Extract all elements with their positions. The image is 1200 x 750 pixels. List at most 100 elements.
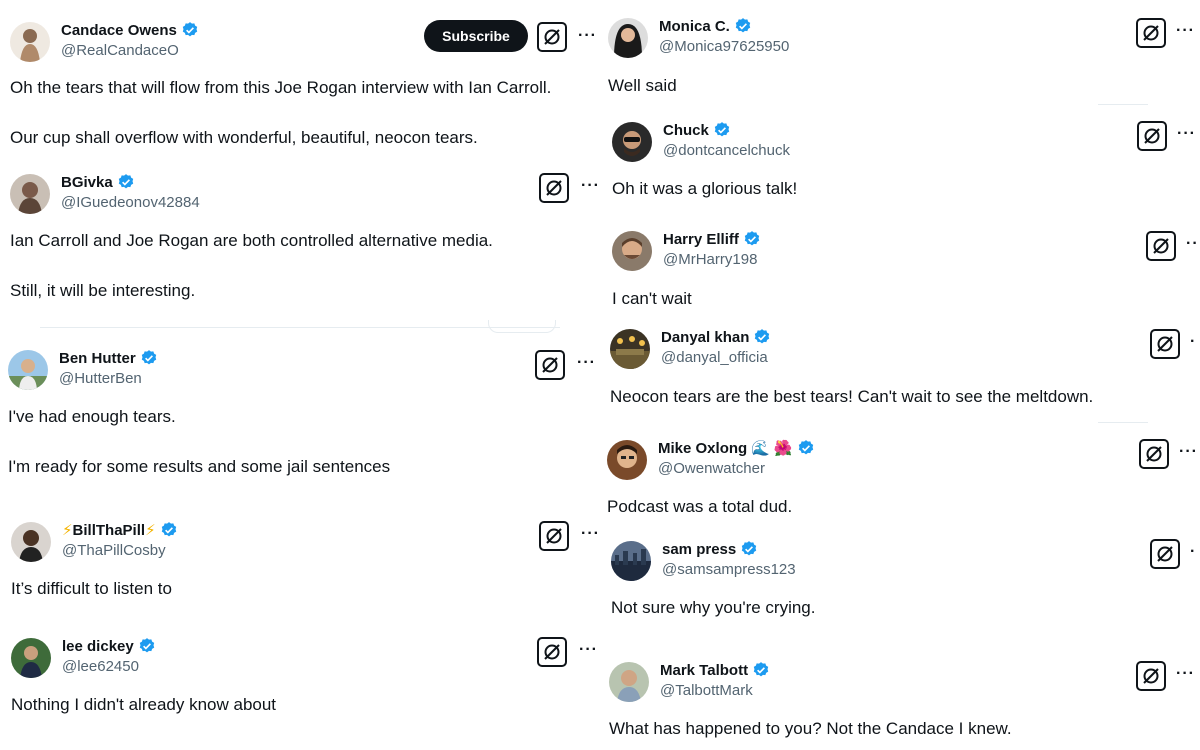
verified-badge-icon bbox=[139, 638, 154, 653]
author-name[interactable]: Danyal khan bbox=[661, 329, 749, 346]
grok-button[interactable] bbox=[1150, 329, 1180, 359]
avatar[interactable] bbox=[610, 329, 650, 369]
avatar[interactable] bbox=[11, 522, 51, 562]
author-name[interactable]: Monica C. bbox=[659, 18, 730, 35]
divider bbox=[1098, 104, 1148, 105]
avatar[interactable] bbox=[10, 22, 50, 62]
grok-button[interactable] bbox=[1146, 231, 1176, 261]
grok-icon bbox=[546, 180, 562, 196]
verified-badge-icon bbox=[744, 231, 760, 246]
avatar[interactable] bbox=[608, 18, 648, 58]
grok-button[interactable] bbox=[539, 521, 569, 551]
author-handle[interactable]: @lee62450 bbox=[62, 658, 139, 675]
grok-icon bbox=[1157, 546, 1173, 562]
author-row: Monica C. bbox=[659, 17, 752, 35]
grok-button[interactable] bbox=[535, 350, 565, 380]
author-row: BGivka bbox=[61, 173, 135, 191]
grok-icon bbox=[546, 528, 562, 544]
tweet-text: Oh the tears that will flow from this Jo… bbox=[10, 78, 552, 97]
divider bbox=[40, 327, 560, 328]
grok-button[interactable] bbox=[537, 637, 567, 667]
author-row: Ben Hutter bbox=[59, 349, 158, 367]
more-options-button[interactable]: ·· bbox=[1186, 235, 1199, 253]
author-row: Harry Elliff bbox=[663, 230, 761, 248]
avatar[interactable] bbox=[8, 350, 48, 390]
author-name[interactable]: Harry Elliff bbox=[663, 231, 739, 248]
author-handle[interactable]: @dontcancelchuck bbox=[663, 142, 790, 159]
author-handle[interactable]: @danyal_officia bbox=[661, 349, 768, 366]
tweet-text: Still, it will be interesting. bbox=[10, 281, 196, 300]
author-row: Mark Talbott bbox=[660, 661, 770, 679]
avatar[interactable] bbox=[612, 231, 652, 271]
tweet-text: Well said bbox=[608, 76, 677, 95]
author-name[interactable]: BGivka bbox=[61, 174, 113, 191]
author-handle[interactable]: @samsampress123 bbox=[662, 561, 796, 578]
avatar[interactable] bbox=[609, 662, 649, 702]
grok-icon bbox=[1143, 25, 1159, 41]
author-handle[interactable]: @ThaPillCosby bbox=[62, 542, 166, 559]
more-options-button[interactable]: · bbox=[1190, 333, 1196, 351]
more-options-button[interactable]: ··· bbox=[1179, 443, 1198, 461]
more-options-button[interactable]: ··· bbox=[1177, 125, 1196, 143]
author-name[interactable]: Mark Talbott bbox=[660, 662, 748, 679]
grok-button[interactable] bbox=[1136, 661, 1166, 691]
more-options-button[interactable]: ··· bbox=[1176, 22, 1195, 40]
more-options-button[interactable]: ··· bbox=[581, 177, 600, 195]
grok-button[interactable] bbox=[1139, 439, 1169, 469]
verified-badge-icon bbox=[182, 22, 198, 37]
flower-emoji-icon: 🌺 bbox=[773, 440, 793, 457]
grok-icon bbox=[544, 29, 560, 45]
grok-icon bbox=[544, 644, 560, 660]
author-handle[interactable]: @Owenwatcher bbox=[658, 460, 765, 477]
verified-badge-icon bbox=[798, 440, 813, 455]
tweet-text: Our cup shall overflow with wonderful, b… bbox=[10, 128, 478, 147]
tweet-text: Oh it was a glorious talk! bbox=[612, 179, 798, 198]
grok-button[interactable] bbox=[1136, 18, 1166, 48]
subscribe-button[interactable]: Subscribe bbox=[424, 20, 528, 52]
author-handle[interactable]: @RealCandaceO bbox=[61, 42, 179, 59]
author-handle[interactable]: @Monica97625950 bbox=[659, 38, 789, 55]
grok-icon bbox=[1143, 668, 1159, 684]
verified-badge-icon bbox=[755, 329, 770, 344]
tweet-text: I can't wait bbox=[612, 289, 692, 308]
author-row: Danyal khan bbox=[661, 328, 771, 346]
avatar[interactable] bbox=[612, 122, 652, 162]
author-row: sam press bbox=[662, 540, 758, 558]
author-handle[interactable]: @TalbottMark bbox=[660, 682, 753, 699]
avatar[interactable] bbox=[607, 440, 647, 480]
avatar[interactable] bbox=[611, 541, 651, 581]
author-handle[interactable]: @IGuedeonov42884 bbox=[61, 194, 200, 211]
author-name[interactable]: ⚡BillThaPill⚡ bbox=[62, 521, 156, 539]
more-options-button[interactable]: ··· bbox=[578, 27, 597, 45]
divider bbox=[1098, 422, 1148, 423]
author-name[interactable]: lee dickey bbox=[62, 638, 134, 655]
grok-icon bbox=[1146, 446, 1162, 462]
author-name[interactable]: sam press bbox=[662, 541, 736, 558]
more-options-button[interactable]: ··· bbox=[577, 354, 596, 372]
grok-icon bbox=[542, 357, 558, 373]
author-name[interactable]: Candace Owens bbox=[61, 22, 177, 39]
avatar[interactable] bbox=[10, 174, 50, 214]
author-name[interactable]: Mike Oxlong bbox=[658, 440, 747, 457]
grok-icon bbox=[1157, 336, 1173, 352]
grok-button[interactable] bbox=[1150, 539, 1180, 569]
author-name[interactable]: Ben Hutter bbox=[59, 350, 136, 367]
tweet-text: Ian Carroll and Joe Rogan are both contr… bbox=[10, 231, 493, 250]
grok-button[interactable] bbox=[1137, 121, 1167, 151]
more-options-button[interactable]: · bbox=[1190, 543, 1196, 561]
verified-badge-icon bbox=[118, 174, 133, 189]
grok-button[interactable] bbox=[537, 22, 567, 52]
author-handle[interactable]: @HutterBen bbox=[59, 370, 142, 387]
author-handle[interactable]: @MrHarry198 bbox=[663, 251, 757, 268]
avatar[interactable] bbox=[11, 638, 51, 678]
more-options-button[interactable]: ··· bbox=[579, 641, 598, 659]
author-row: lee dickey bbox=[62, 637, 156, 655]
grok-button[interactable] bbox=[539, 173, 569, 203]
tweet-text: Not sure why you're crying. bbox=[611, 598, 816, 617]
more-options-button[interactable]: ··· bbox=[1176, 665, 1195, 683]
more-options-button[interactable]: ··· bbox=[581, 525, 600, 543]
verified-badge-icon bbox=[753, 662, 769, 677]
verified-badge-icon bbox=[141, 350, 156, 365]
grok-icon bbox=[1153, 238, 1169, 254]
author-name[interactable]: Chuck bbox=[663, 122, 709, 139]
